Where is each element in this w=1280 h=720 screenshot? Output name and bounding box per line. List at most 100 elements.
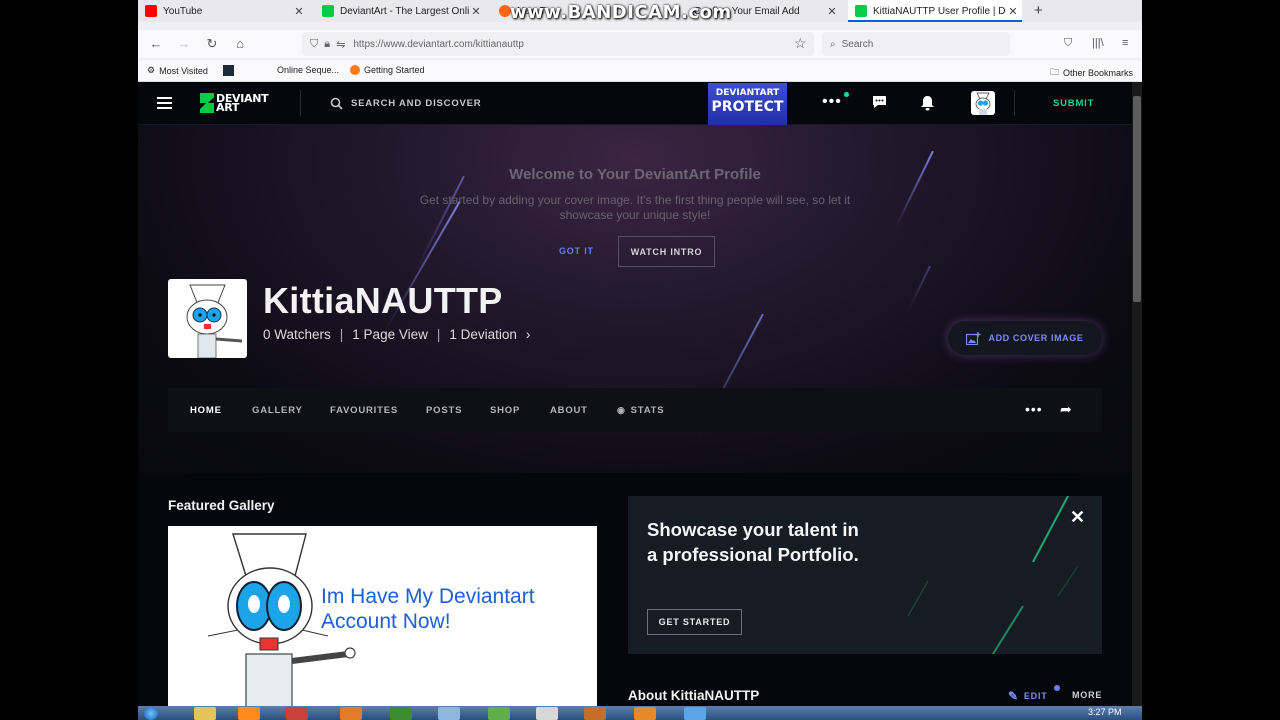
pocket-icon[interactable]: ⛉ bbox=[1064, 37, 1072, 50]
tab-gallery[interactable]: GALLERY bbox=[252, 405, 303, 416]
featured-deviation-image[interactable]: Im Have My Deviantart Account Now! bbox=[168, 526, 597, 706]
profile-username: KittiaNAUTTP bbox=[263, 280, 503, 321]
back-icon[interactable]: ← bbox=[147, 36, 165, 52]
explorer-taskbar-icon[interactable] bbox=[194, 707, 216, 720]
close-tab-icon[interactable]: ✕ bbox=[1006, 5, 1020, 18]
page-scrollbar[interactable] bbox=[1132, 82, 1142, 706]
gear-icon: ⚙ bbox=[147, 65, 156, 75]
bookmarks-bar: ⚙ Most Visited Online Seque... Getting S… bbox=[138, 60, 1142, 82]
tab-about[interactable]: ABOUT bbox=[550, 405, 588, 416]
deviantart-header: DEVIANT ART SEARCH AND DISCOVER DEVIANTA… bbox=[138, 82, 1132, 125]
deviantart-icon bbox=[855, 5, 867, 17]
got-it-button[interactable]: GOT IT bbox=[559, 246, 594, 256]
watch-intro-button[interactable]: WATCH INTRO bbox=[618, 236, 715, 267]
messages-icon[interactable] bbox=[872, 95, 887, 113]
browser-tab-youtube[interactable]: YouTube ✕ bbox=[138, 0, 308, 22]
app-taskbar-icon[interactable] bbox=[488, 707, 510, 720]
get-started-button[interactable]: GET STARTED bbox=[647, 609, 742, 635]
app-taskbar-icon[interactable] bbox=[584, 707, 606, 720]
eye-icon: ◉ bbox=[617, 405, 626, 415]
promo-title: Showcase your talent in a professional P… bbox=[647, 519, 859, 565]
submit-button[interactable]: SUBMIT bbox=[1053, 98, 1094, 109]
shield-icon: ⛉ bbox=[310, 37, 319, 50]
youtube-icon bbox=[145, 5, 157, 17]
add-image-icon bbox=[966, 331, 981, 345]
forward-icon[interactable]: → bbox=[175, 36, 193, 52]
tab-home[interactable]: HOME bbox=[190, 405, 222, 416]
bookmark-other[interactable]: 🗀 Other Bookmarks bbox=[1050, 65, 1133, 81]
firefox-icon bbox=[350, 65, 360, 75]
deviantart-logo-icon bbox=[200, 93, 214, 113]
bookmark-getting-started[interactable]: Getting Started bbox=[350, 65, 425, 75]
meteor-decoration bbox=[907, 265, 931, 312]
deviations-count: 1 Deviation bbox=[449, 327, 517, 342]
app-taskbar-icon[interactable] bbox=[438, 707, 460, 720]
search-and-discover-button[interactable]: SEARCH AND DISCOVER bbox=[330, 97, 481, 110]
url-bar[interactable]: ⛉ 🔒︎ ⇋ https://www.deviantart.com/kittia… bbox=[302, 32, 814, 56]
user-avatar[interactable] bbox=[971, 91, 995, 115]
online-indicator bbox=[844, 92, 849, 97]
browser-tab-profile[interactable]: KittiaNAUTTP User Profile | Devi ✕ bbox=[848, 0, 1022, 22]
portfolio-promo-card: Showcase your talent in a professional P… bbox=[628, 496, 1102, 654]
edit-about-button[interactable]: ✎ EDIT bbox=[1008, 689, 1048, 703]
welcome-text: Get started by adding your cover image. … bbox=[419, 193, 851, 222]
header-divider bbox=[300, 90, 301, 116]
tab-favourites[interactable]: FAVOURITES bbox=[330, 405, 398, 416]
permissions-icon: ⇋ bbox=[336, 38, 346, 51]
deviantart-protect-banner[interactable]: DEVIANTART PROTECT bbox=[708, 83, 787, 125]
scrollbar-thumb[interactable] bbox=[1133, 96, 1141, 302]
about-section-title: About KittiaNAUTTP bbox=[628, 688, 760, 703]
pencil-icon: ✎ bbox=[1008, 689, 1019, 703]
more-options-icon[interactable]: ••• bbox=[1025, 401, 1043, 417]
page-views-count: 1 Page View bbox=[352, 327, 428, 342]
close-icon[interactable]: ✕ bbox=[1070, 507, 1085, 528]
app-taskbar-icon[interactable] bbox=[340, 707, 362, 720]
app-taskbar-icon[interactable] bbox=[684, 707, 706, 720]
add-cover-image-button[interactable]: ADD COVER IMAGE bbox=[948, 321, 1102, 355]
lock-icon: 🔒︎ bbox=[324, 37, 331, 50]
new-tab-button[interactable]: + bbox=[1034, 2, 1043, 19]
close-tab-icon[interactable]: ✕ bbox=[292, 5, 306, 18]
bookmark-most-visited[interactable]: ⚙ Most Visited bbox=[147, 65, 208, 76]
tab-posts[interactable]: POSTS bbox=[426, 405, 462, 416]
profile-stats[interactable]: 0 Watchers | 1 Page View | 1 Deviation › bbox=[263, 327, 530, 342]
library-icon[interactable]: |||\ bbox=[1092, 37, 1104, 49]
close-tab-icon[interactable]: ✕ bbox=[825, 5, 839, 18]
hamburger-menu-icon[interactable] bbox=[157, 97, 172, 112]
tab-stats[interactable]: ◉ STATS bbox=[617, 405, 664, 416]
deviantart-logo[interactable]: DEVIANT ART bbox=[198, 93, 269, 113]
home-icon[interactable]: ⌂ bbox=[231, 36, 249, 52]
screen: YouTube ✕ DeviantArt - The Largest Onlin… bbox=[0, 0, 1280, 720]
firefox-taskbar-icon[interactable] bbox=[238, 707, 260, 720]
more-options-icon[interactable]: ••• bbox=[822, 93, 842, 111]
bookmark-online-sequence[interactable]: Online Seque... bbox=[277, 65, 339, 75]
app-taskbar-icon[interactable] bbox=[286, 707, 308, 720]
welcome-title: Welcome to Your DeviantArt Profile bbox=[509, 166, 761, 183]
navigation-bar: ← → ↻ ⌂ ⛉ 🔒︎ ⇋ https://www.deviantart.co… bbox=[138, 30, 1142, 58]
notification-dot bbox=[1054, 685, 1060, 691]
url-text: https://www.deviantart.com/kittianauttp bbox=[353, 38, 524, 50]
reload-icon[interactable]: ↻ bbox=[203, 36, 221, 52]
bookmark-star-icon[interactable]: ☆ bbox=[794, 35, 807, 52]
profile-avatar[interactable] bbox=[168, 279, 247, 358]
menu-icon[interactable]: ≡ bbox=[1122, 37, 1128, 49]
browser-window: YouTube ✕ DeviantArt - The Largest Onlin… bbox=[138, 0, 1142, 720]
browser-search-input[interactable]: ⌕ Search bbox=[822, 32, 1010, 56]
app-taskbar-icon[interactable] bbox=[390, 707, 412, 720]
notifications-bell-icon[interactable] bbox=[920, 95, 935, 115]
app-taskbar-icon[interactable] bbox=[536, 707, 558, 720]
bandicam-watermark: www.BANDICAM.com bbox=[510, 2, 732, 23]
browser-tab-deviantart[interactable]: DeviantArt - The Largest Online ✕ bbox=[315, 0, 485, 22]
close-tab-icon[interactable]: ✕ bbox=[469, 5, 483, 18]
tab-shop[interactable]: SHOP bbox=[490, 405, 520, 416]
web-viewport: DEVIANT ART SEARCH AND DISCOVER DEVIANTA… bbox=[138, 82, 1142, 706]
tab-strip: YouTube ✕ DeviantArt - The Largest Onlin… bbox=[138, 0, 1142, 23]
search-icon: ⌕ bbox=[830, 38, 836, 50]
featured-caption: Im Have My Deviantart Account Now! bbox=[321, 585, 535, 633]
bookmark-icon-only[interactable] bbox=[223, 65, 234, 76]
more-about-button[interactable]: MORE bbox=[1072, 690, 1102, 700]
share-icon[interactable]: ➦ bbox=[1060, 401, 1072, 418]
app-taskbar-icon[interactable] bbox=[634, 707, 656, 720]
cat-avatar-icon bbox=[975, 92, 991, 115]
start-button[interactable] bbox=[144, 707, 158, 720]
